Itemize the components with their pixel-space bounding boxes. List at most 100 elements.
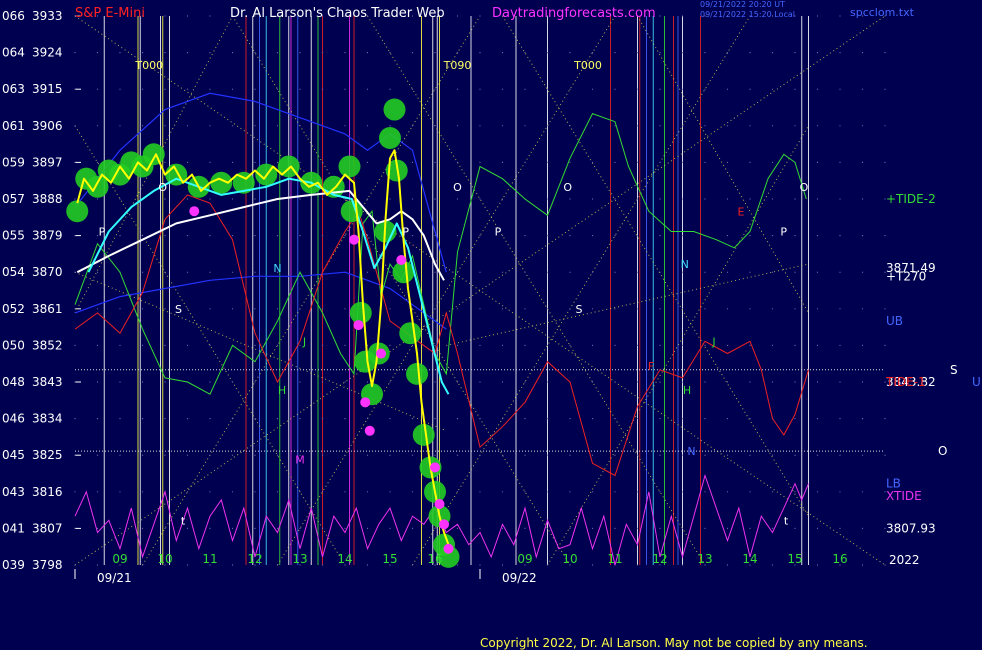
grid-dot xyxy=(299,344,301,346)
grid-dot xyxy=(164,527,166,530)
grid-dot xyxy=(389,527,391,530)
grid-dot xyxy=(614,198,616,200)
grid-dot xyxy=(659,88,661,90)
grid-dot xyxy=(704,125,706,127)
grid-dot xyxy=(524,491,526,493)
grid-dot xyxy=(524,418,526,420)
grid-dot xyxy=(681,381,684,383)
grid-dot xyxy=(524,527,526,530)
grid-dot xyxy=(254,52,256,54)
magenta-point xyxy=(353,320,364,331)
site-link[interactable]: Daytradingforecasts.com xyxy=(492,6,656,21)
grid-dot xyxy=(276,235,279,237)
grid-dot xyxy=(96,344,99,346)
grid-dot xyxy=(231,235,234,237)
grid-dot xyxy=(794,418,796,420)
grid-dot xyxy=(861,52,864,54)
grid-dot xyxy=(74,161,76,163)
annotation-label: T000 xyxy=(573,59,602,72)
x-tick-label: 13 xyxy=(292,552,307,566)
grid-dot xyxy=(74,454,76,456)
grid-dot xyxy=(186,527,189,530)
grid-dot xyxy=(209,15,211,17)
grid-dot xyxy=(479,88,481,90)
grid-dot xyxy=(749,125,751,127)
grid-dot xyxy=(141,52,144,54)
grid-dot xyxy=(884,88,886,90)
grid-dot xyxy=(704,88,706,90)
grid-dot xyxy=(771,271,774,273)
grid-dot xyxy=(456,491,459,493)
grid-dot xyxy=(141,454,144,456)
grid-dot xyxy=(366,198,369,200)
annotation-label: J xyxy=(302,335,306,348)
grid-dot xyxy=(861,308,864,310)
grid-dot xyxy=(434,527,436,530)
grid-dot xyxy=(726,454,729,456)
grid-dot xyxy=(726,271,729,273)
grid-dot xyxy=(681,527,684,530)
grid-dot xyxy=(456,344,459,346)
grid-dot xyxy=(389,381,391,383)
grid-dot xyxy=(164,235,166,237)
x-tick-label: 11 xyxy=(202,552,217,566)
grid-dot xyxy=(74,308,76,310)
annotation-label: P xyxy=(495,226,502,239)
grid-dot xyxy=(389,198,391,200)
grid-dot xyxy=(254,381,256,383)
grid-dot xyxy=(96,381,99,383)
magenta-point xyxy=(443,543,454,554)
grid-dot xyxy=(411,418,414,420)
grid-dot xyxy=(659,527,661,530)
grid-dot xyxy=(614,271,616,273)
grid-dot xyxy=(636,418,639,420)
x-tick-label: 15 xyxy=(787,552,802,566)
grid-dot xyxy=(96,271,99,273)
grid-dot xyxy=(186,235,189,237)
grid-dot xyxy=(209,235,211,237)
grid-dot xyxy=(164,52,166,54)
grid-dot xyxy=(276,491,279,493)
grid-dot xyxy=(636,527,639,530)
annotation-label: H xyxy=(683,384,691,397)
grid-dot xyxy=(861,235,864,237)
grid-dot xyxy=(861,161,864,163)
y-tick-label: 3870 xyxy=(32,265,63,279)
grid-dot xyxy=(726,88,729,90)
grid-dot xyxy=(636,381,639,383)
grid-dot xyxy=(884,235,886,237)
grid-dot xyxy=(186,418,189,420)
x-tick-label: 10 xyxy=(157,552,172,566)
grid-dot xyxy=(434,344,436,346)
grid-dot xyxy=(546,418,549,420)
grid-dot xyxy=(209,344,211,346)
grid-dot xyxy=(884,418,886,420)
grid-dot xyxy=(209,52,211,54)
grid-dot xyxy=(726,308,729,310)
grid-dot xyxy=(231,527,234,530)
grid-dot xyxy=(411,308,414,310)
grid-dot xyxy=(119,308,121,310)
grid-dot xyxy=(546,271,549,273)
magenta-point xyxy=(360,397,371,408)
grid-dot xyxy=(546,564,549,566)
grid-dot xyxy=(186,454,189,456)
grid-dot xyxy=(614,235,616,237)
annotation-label: O xyxy=(800,181,809,194)
grid-dot xyxy=(456,454,459,456)
grid-dot xyxy=(524,52,526,54)
grid-dot xyxy=(479,52,481,54)
grid-dot xyxy=(74,344,76,346)
grid-dot xyxy=(839,491,841,493)
grid-dot xyxy=(389,418,391,420)
annotation-label: T000 xyxy=(134,59,163,72)
grid-dot xyxy=(479,564,481,566)
grid-dot xyxy=(186,125,189,127)
grid-dot xyxy=(546,88,549,90)
grid-dot xyxy=(366,381,369,383)
grid-dot xyxy=(254,344,256,346)
grid-dot xyxy=(119,52,121,54)
grid-dot xyxy=(861,271,864,273)
grid-dot xyxy=(479,418,481,420)
y-tick-left: 064 xyxy=(2,46,25,60)
